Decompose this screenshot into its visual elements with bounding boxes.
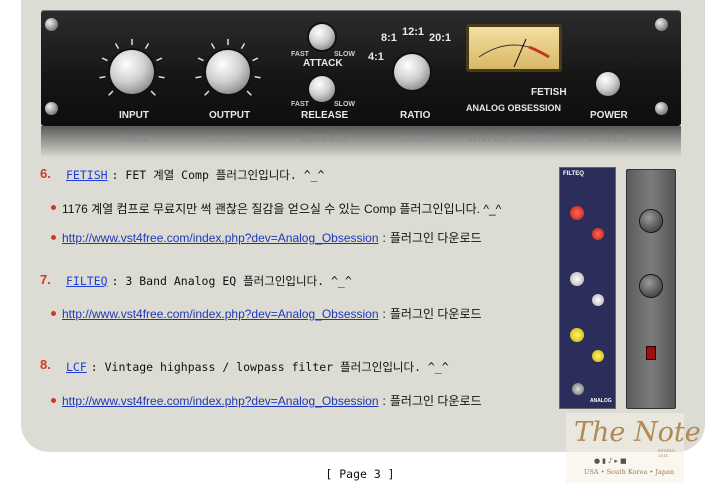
eq-knob-grey (572, 383, 584, 395)
item-download-line: http://www.vst4free.com/index.php?dev=An… (62, 305, 482, 322)
item-download-line: http://www.vst4free.com/index.php?dev=An… (62, 392, 482, 409)
attack-knob[interactable] (309, 24, 335, 50)
filteq-label: FILTEQ (563, 171, 584, 177)
item-bullet-text: 1176 계열 컴프로 무료지만 썩 괜찮은 질감을 얻으실 수 있는 Comp… (62, 200, 501, 217)
eq-knob-yellow (570, 328, 584, 342)
separator: : (382, 231, 386, 245)
item-description: : 3 Band Analog EQ 플러그인입니다. ^_^ (111, 274, 352, 288)
lcf-knob (640, 210, 662, 232)
release-slow-label: SLOW (334, 101, 355, 108)
fetish-plugin-image: INPUT OUTPUT FAST SLOW ATTACK FAST SLOW … (41, 10, 681, 126)
bullet-text: 1176 계열 컴프로 무료지만 썩 괜찮은 질감을 얻으실 수 있는 Comp… (62, 202, 502, 216)
download-link[interactable]: http://www.vst4free.com/index.php?dev=An… (62, 231, 379, 245)
watermark-small: STUDIO 2011 (658, 448, 675, 458)
ratio-4-label: 4:1 (368, 51, 384, 63)
ratio-knob[interactable] (394, 54, 430, 90)
lcf-switch (646, 346, 656, 360)
eq-knob-yellow (592, 350, 604, 362)
download-suffix: 플러그인 다운로드 (389, 231, 482, 245)
vu-needle-icon (478, 38, 550, 68)
eq-knob-white (570, 272, 584, 286)
item-number: 7. (40, 272, 51, 287)
filteq-plugin-image: FILTEQ ANALOG (559, 167, 616, 409)
brand-label: FETISH (531, 87, 567, 98)
release-fast-label: FAST (291, 101, 309, 108)
download-suffix: 플러그인 다운로드 (389, 394, 482, 408)
attack-label: ATTACK (303, 58, 343, 69)
separator: : (382, 307, 386, 321)
item-download-line: http://www.vst4free.com/index.php?dev=An… (62, 229, 482, 246)
ratio-8-label: 8:1 (381, 32, 397, 44)
item-title-line: LCF: Vintage highpass / lowpass filter 플… (66, 359, 449, 375)
vu-meter (466, 24, 562, 72)
input-knob[interactable] (110, 50, 154, 94)
power-label: POWER (590, 110, 628, 121)
ratio-12-label: 12:1 (402, 26, 425, 38)
eq-knob-white (592, 294, 604, 306)
output-knob[interactable] (206, 50, 250, 94)
download-link[interactable]: http://www.vst4free.com/index.php?dev=An… (62, 394, 379, 408)
item-number: 6. (40, 166, 51, 181)
ratio-label: RATIO (400, 110, 431, 121)
ratio-20-label: 20:1 (429, 32, 452, 44)
maker-label: ANALOG OBSESSION (466, 103, 562, 113)
item-name-link[interactable]: FETISH (66, 168, 108, 182)
bullet-icon (51, 205, 56, 210)
power-button[interactable] (596, 72, 620, 96)
item-title-line: FILTEQ: 3 Band Analog EQ 플러그인입니다. ^_^ (66, 273, 352, 289)
item-description: : Vintage highpass / lowpass filter 플러그인… (90, 360, 449, 374)
separator: : (382, 394, 386, 408)
output-label: OUTPUT (209, 110, 251, 121)
release-knob[interactable] (309, 76, 335, 102)
bullet-icon (51, 235, 56, 240)
release-label: RELEASE (301, 110, 349, 121)
bullet-icon (51, 311, 56, 316)
media-controls-icon: ●▮♪▸■ (594, 457, 629, 465)
page-indicator: [ Page 3 ] (325, 467, 395, 481)
download-suffix: 플러그인 다운로드 (389, 307, 482, 321)
eq-knob-red (592, 228, 604, 240)
attack-slow-label: SLOW (334, 51, 355, 58)
eq-knob-red (570, 206, 584, 220)
filteq-footer: ANALOG (590, 398, 612, 404)
item-number: 8. (40, 357, 51, 372)
item-title-line: FETISH: FET 계열 Comp 플러그인입니다. ^_^ (66, 167, 324, 183)
bullet-icon (51, 398, 56, 403)
plugin-reflection: INPUT OUTPUT RELEASE RATIO ANALOG OBSESS… (41, 126, 681, 158)
input-label: INPUT (119, 110, 149, 121)
lcf-knob (640, 275, 662, 297)
watermark-title: The Note (574, 417, 701, 448)
item-description: : FET 계열 Comp 플러그인입니다. ^_^ (111, 168, 325, 182)
item-name-link[interactable]: LCF (66, 360, 87, 374)
lcf-plugin-image (626, 169, 676, 409)
attack-fast-label: FAST (291, 51, 309, 58)
item-name-link[interactable]: FILTEQ (66, 274, 108, 288)
download-link[interactable]: http://www.vst4free.com/index.php?dev=An… (62, 307, 379, 321)
